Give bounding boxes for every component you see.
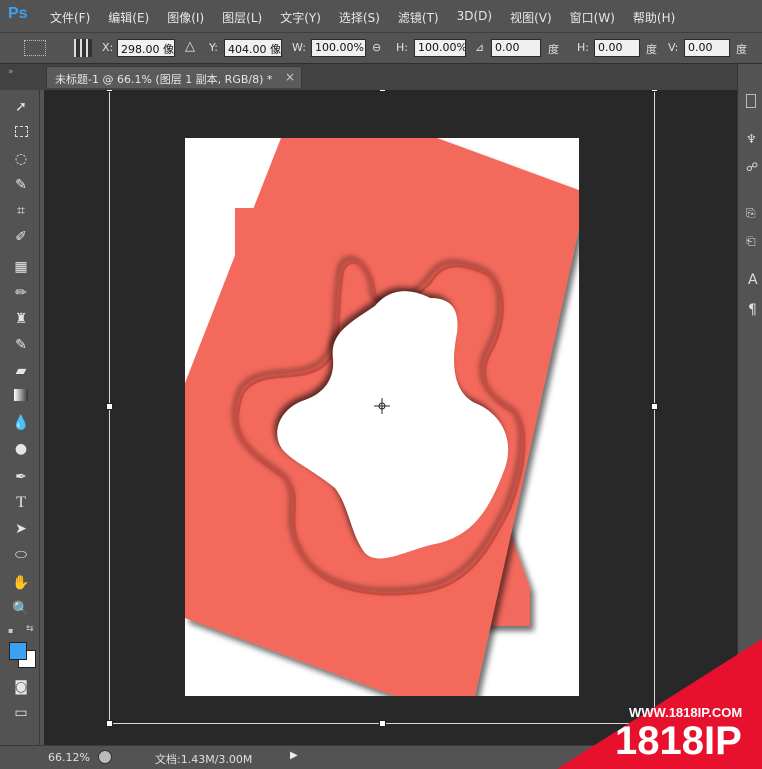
- swap-colors-icon[interactable]: ⇆: [26, 624, 34, 634]
- history-brush-tool-icon[interactable]: ✎: [12, 336, 30, 354]
- tools-panel: ➚ ◌ ✎ ⌗ ✐ ▦ ✏ ♜ ✎ ▰ 💧 ● ✒ T ➤ ⬭ ✋ 🔍 ▪ ⇆ …: [0, 90, 40, 745]
- link-icon[interactable]: ⊖: [372, 41, 381, 54]
- eyedropper-tool-icon[interactable]: ✐: [12, 228, 30, 246]
- reference-point-icon[interactable]: [74, 39, 92, 57]
- default-colors-icon[interactable]: ▪: [8, 626, 13, 635]
- crop-tool-icon[interactable]: ⌗: [12, 202, 30, 220]
- panel-icon-5[interactable]: ⎗: [746, 234, 756, 249]
- transform-bounding-box[interactable]: [109, 90, 655, 724]
- marquee-tool-icon[interactable]: [12, 124, 30, 142]
- brush-tool-icon[interactable]: ✏: [12, 284, 30, 302]
- y-label: Y:: [209, 41, 218, 54]
- vskew-label: V:: [668, 41, 679, 54]
- menu-window[interactable]: 窗口(W): [570, 9, 615, 26]
- healing-brush-tool-icon[interactable]: ▦: [12, 258, 30, 276]
- path-selection-tool-icon[interactable]: ➤: [12, 520, 30, 538]
- transform-handle-tc[interactable]: [379, 90, 386, 92]
- hskew-field[interactable]: 0.00: [594, 39, 640, 57]
- rotate-angle-icon: ⊿: [475, 41, 485, 54]
- character-panel-icon[interactable]: A: [748, 272, 758, 288]
- screen-mode-icon[interactable]: ▭: [12, 704, 30, 722]
- menu-image[interactable]: 图像(I): [167, 9, 204, 26]
- watermark: WWW.1818IP.COM 1818IP: [557, 639, 762, 769]
- type-tool-icon[interactable]: T: [12, 494, 30, 512]
- blur-tool-icon[interactable]: 💧: [12, 414, 30, 432]
- document-info: 文档:1.43M/3.00M: [155, 753, 253, 766]
- zoom-tool-icon[interactable]: 🔍: [12, 600, 30, 618]
- tab-close-icon[interactable]: ×: [285, 70, 295, 84]
- panel-icon-4[interactable]: ⎘: [746, 206, 756, 221]
- move-tool-icon[interactable]: ➚: [12, 98, 30, 116]
- vskew-field[interactable]: 0.00: [684, 39, 730, 57]
- pen-tool-icon[interactable]: ✒: [12, 468, 30, 486]
- quick-select-tool-icon[interactable]: ✎: [12, 176, 30, 194]
- h-label: H:: [396, 41, 408, 54]
- rotate-unit: 度: [548, 43, 559, 56]
- transform-handle-bl[interactable]: [106, 720, 113, 727]
- status-info-icon[interactable]: [98, 750, 112, 764]
- menu-help[interactable]: 帮助(H): [633, 9, 675, 26]
- ellipse-tool-icon[interactable]: ⬭: [12, 546, 30, 564]
- document-tab-strip: » 未标题-1 @ 66.1% (图层 1 副本, RGB/8) * ×: [0, 64, 762, 90]
- y-field[interactable]: 404.00 像: [224, 39, 282, 57]
- document-tab[interactable]: 未标题-1 @ 66.1% (图层 1 副本, RGB/8) * ×: [46, 66, 302, 88]
- menu-select[interactable]: 选择(S): [339, 9, 380, 26]
- height-field[interactable]: 100.00%: [414, 39, 466, 57]
- menu-type[interactable]: 文字(Y): [280, 9, 321, 26]
- menu-list: 文件(F) 编辑(E) 图像(I) 图层(L) 文字(Y) 选择(S) 滤镜(T…: [50, 9, 693, 26]
- x-field[interactable]: 298.00 像: [117, 39, 175, 57]
- status-menu-arrow-icon[interactable]: ▶: [290, 750, 298, 761]
- vskew-unit: 度: [736, 43, 747, 56]
- photoshop-logo: Ps: [8, 5, 28, 22]
- panel-icon-2[interactable]: ♆: [746, 132, 757, 146]
- stamp-tool-icon[interactable]: ♜: [12, 310, 30, 328]
- transform-handle-tr[interactable]: [651, 90, 658, 92]
- menu-view[interactable]: 视图(V): [510, 9, 552, 26]
- panel-icon-3[interactable]: ☍: [746, 160, 758, 174]
- menu-3d[interactable]: 3D(D): [457, 9, 492, 26]
- hskew-label: H:: [577, 41, 589, 54]
- width-field[interactable]: 100.00%: [311, 39, 366, 57]
- options-bar: X: 298.00 像 △ Y: 404.00 像 W: 100.00% ⊖ H…: [0, 33, 762, 64]
- watermark-url: WWW.1818IP.COM: [629, 705, 743, 720]
- hskew-unit: 度: [646, 43, 657, 56]
- transform-handle-ml[interactable]: [106, 403, 113, 410]
- foreground-color-swatch[interactable]: [9, 642, 27, 660]
- quick-mask-icon[interactable]: ◙: [12, 678, 30, 696]
- zoom-level[interactable]: 66.12%: [48, 751, 90, 764]
- hand-tool-icon[interactable]: ✋: [12, 574, 30, 592]
- dodge-tool-icon[interactable]: ●: [12, 440, 30, 458]
- menu-bar: Ps 文件(F) 编辑(E) 图像(I) 图层(L) 文字(Y) 选择(S) 滤…: [0, 0, 762, 33]
- transform-handle-bc[interactable]: [379, 720, 386, 727]
- menu-file[interactable]: 文件(F): [50, 9, 90, 26]
- rotate-field[interactable]: 0.00: [491, 39, 541, 57]
- menu-edit[interactable]: 编辑(E): [108, 9, 149, 26]
- transform-handle-tl[interactable]: [106, 90, 113, 92]
- panel-collapse-icon[interactable]: »: [8, 67, 14, 77]
- w-label: W:: [292, 41, 306, 54]
- x-label: X:: [102, 41, 114, 54]
- panel-icon-1[interactable]: [746, 94, 756, 108]
- gradient-tool-icon[interactable]: [12, 388, 30, 406]
- document-tab-title: 未标题-1 @ 66.1% (图层 1 副本, RGB/8) *: [55, 73, 273, 86]
- watermark-brand: 1818IP: [615, 719, 742, 763]
- menu-layer[interactable]: 图层(L): [222, 9, 262, 26]
- paragraph-panel-icon[interactable]: ¶: [748, 302, 757, 318]
- transform-handle-mr[interactable]: [651, 403, 658, 410]
- move-transform-icon[interactable]: [24, 40, 46, 56]
- eraser-tool-icon[interactable]: ▰: [12, 362, 30, 380]
- relative-position-icon[interactable]: △: [185, 39, 195, 54]
- menu-filter[interactable]: 滤镜(T): [398, 9, 439, 26]
- lasso-tool-icon[interactable]: ◌: [12, 150, 30, 168]
